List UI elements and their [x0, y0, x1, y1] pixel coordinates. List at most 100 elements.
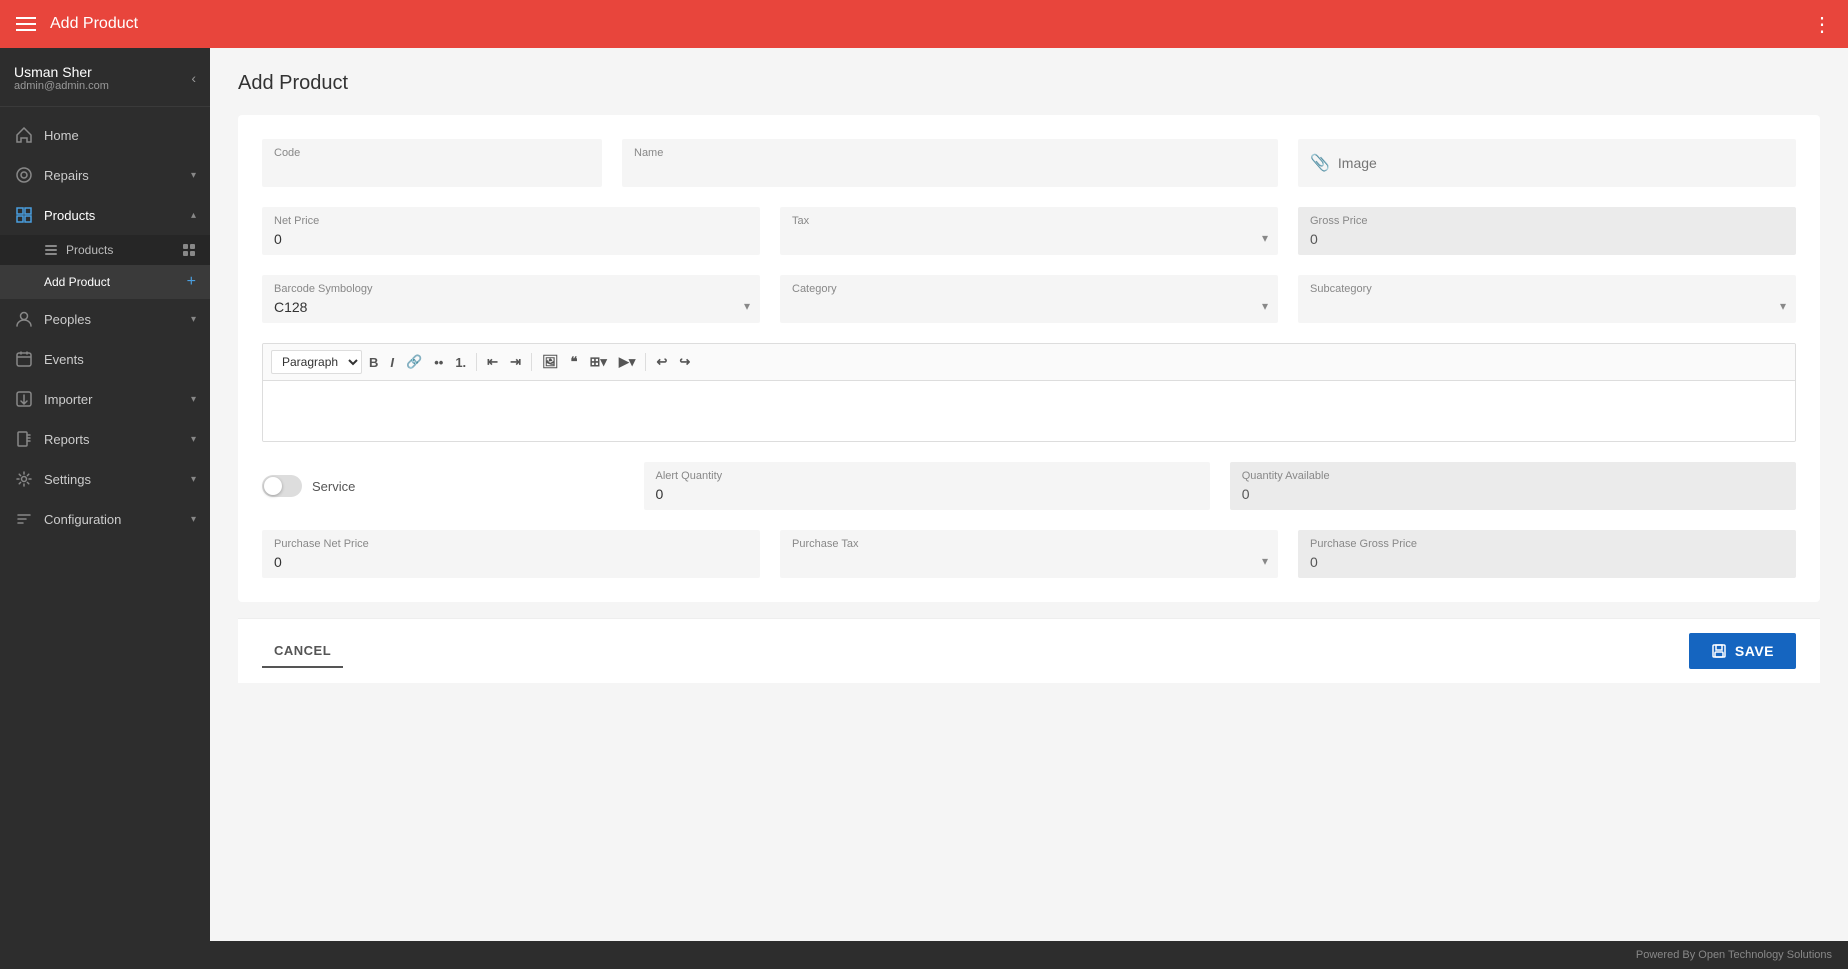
alert-quantity-field: Alert Quantity 0 — [644, 462, 1210, 510]
tax-label: Tax — [792, 215, 1266, 227]
purchase-tax-label: Purchase Tax — [792, 538, 1266, 550]
importer-icon — [14, 389, 34, 409]
sidebar-item-repairs[interactable]: Repairs ▾ — [0, 155, 210, 195]
sidebar-item-configuration-label: Configuration — [44, 512, 181, 527]
save-button[interactable]: SAVE — [1689, 633, 1796, 669]
hamburger-icon[interactable] — [16, 17, 36, 31]
footer: Powered By Open Technology Solutions — [210, 941, 1848, 969]
name-input[interactable] — [634, 163, 1266, 179]
sidebar-item-home-label: Home — [44, 128, 196, 143]
toolbar-sep-1 — [476, 353, 477, 371]
name-field: Name — [622, 139, 1278, 187]
image-input[interactable] — [1338, 155, 1784, 171]
undo-button[interactable]: ↩ — [651, 351, 672, 373]
name-label: Name — [634, 147, 1266, 159]
barcode-select[interactable]: C128 C39 EAN13 — [274, 299, 748, 315]
paperclip-icon: 📎 — [1310, 153, 1330, 173]
paragraph-style-select[interactable]: Paragraph Heading 1 Heading 2 Heading 3 — [271, 350, 362, 374]
gross-price-input[interactable]: 0 — [1310, 231, 1784, 247]
peoples-icon — [14, 309, 34, 329]
sidebar-item-home[interactable]: Home — [0, 115, 210, 155]
purchase-tax-select[interactable] — [792, 554, 1266, 570]
sidebar-item-settings[interactable]: Settings ▾ — [0, 459, 210, 499]
outdent-button[interactable]: ⇤ — [482, 351, 503, 373]
sidebar: Usman Sher admin@admin.com ‹ Home Repair… — [0, 48, 210, 969]
image-insert-button[interactable]: 🖼 — [537, 351, 564, 373]
alert-quantity-input[interactable]: 0 — [656, 486, 1198, 502]
main-layout: Usman Sher admin@admin.com ‹ Home Repair… — [0, 48, 1848, 969]
purchase-net-price-input[interactable]: 0 — [274, 554, 748, 570]
link-button[interactable]: 🔗 — [401, 351, 427, 373]
italic-button[interactable]: I — [385, 352, 399, 373]
service-toggle[interactable] — [262, 475, 302, 497]
net-price-field: Net Price 0 — [262, 207, 760, 255]
sidebar-item-importer[interactable]: Importer ▾ — [0, 379, 210, 419]
more-options-icon[interactable]: ⋮ — [1812, 12, 1832, 37]
save-label: SAVE — [1735, 643, 1774, 659]
toolbar-sep-2 — [531, 353, 532, 371]
purchase-gross-price-input[interactable]: 0 — [1310, 554, 1784, 570]
sidebar-item-products-label: Products — [44, 208, 181, 223]
sidebar-item-reports[interactable]: Reports ▾ — [0, 419, 210, 459]
form-card: Code Name 📎 Net Price — [238, 115, 1820, 602]
subcategory-field: Subcategory ▾ — [1298, 275, 1796, 323]
content-area: Add Product Code Name 📎 — [210, 48, 1848, 969]
home-icon — [14, 125, 34, 145]
footer-text: Powered By Open Technology Solutions — [1636, 949, 1832, 961]
indent-button[interactable]: ⇥ — [505, 351, 526, 373]
tax-field: Tax ▾ — [780, 207, 1278, 255]
image-field[interactable]: 📎 — [1298, 139, 1796, 187]
media-button[interactable]: ▶▾ — [614, 351, 641, 373]
sidebar-item-events[interactable]: Events — [0, 339, 210, 379]
unordered-list-button[interactable]: •• — [429, 352, 448, 373]
sidebar-item-settings-label: Settings — [44, 472, 181, 487]
subcategory-select[interactable] — [1310, 299, 1784, 315]
net-price-label: Net Price — [274, 215, 748, 227]
sidebar-item-products[interactable]: Products ▴ — [0, 195, 210, 235]
rich-text-editor: Paragraph Heading 1 Heading 2 Heading 3 … — [262, 343, 1796, 442]
app-title: Add Product — [50, 15, 138, 33]
code-field: Code — [262, 139, 602, 187]
form-actions: CANCEL SAVE — [238, 618, 1820, 683]
barcode-label: Barcode Symbology — [274, 283, 748, 295]
sidebar-sub-add-product[interactable]: Add Product + — [0, 265, 210, 299]
gross-price-label: Gross Price — [1310, 215, 1784, 227]
user-info: Usman Sher admin@admin.com — [14, 64, 109, 92]
peoples-chevron-icon: ▾ — [191, 314, 196, 325]
sidebar-item-configuration[interactable]: Configuration ▾ — [0, 499, 210, 539]
category-field: Category ▾ — [780, 275, 1278, 323]
category-select[interactable] — [792, 299, 1266, 315]
purchase-net-price-field: Purchase Net Price 0 — [262, 530, 760, 578]
quantity-available-input[interactable]: 0 — [1242, 486, 1784, 502]
row-purchase: Purchase Net Price 0 Purchase Tax ▾ Purc… — [262, 530, 1796, 578]
cancel-button[interactable]: CANCEL — [262, 635, 343, 668]
editor-toolbar: Paragraph Heading 1 Heading 2 Heading 3 … — [263, 344, 1795, 381]
sidebar-item-repairs-label: Repairs — [44, 168, 181, 183]
alert-quantity-label: Alert Quantity — [656, 470, 1198, 482]
quantity-available-label: Quantity Available — [1242, 470, 1784, 482]
row-service-qty: Service Alert Quantity 0 Quantity Availa… — [262, 462, 1796, 510]
sidebar-item-peoples[interactable]: Peoples ▾ — [0, 299, 210, 339]
redo-button[interactable]: ↪ — [674, 351, 695, 373]
purchase-tax-field: Purchase Tax ▾ — [780, 530, 1278, 578]
ordered-list-button[interactable]: 1. — [450, 352, 471, 373]
editor-body[interactable] — [263, 381, 1795, 441]
importer-chevron-icon: ▾ — [191, 394, 196, 405]
tax-select[interactable] — [792, 231, 1266, 247]
row-barcode-cat-subcat: Barcode Symbology C128 C39 EAN13 ▾ Categ… — [262, 275, 1796, 323]
bold-button[interactable]: B — [364, 352, 383, 373]
reports-icon — [14, 429, 34, 449]
sidebar-collapse-button[interactable]: ‹ — [191, 70, 196, 86]
purchase-net-price-label: Purchase Net Price — [274, 538, 748, 550]
content-scroll: Add Product Code Name 📎 — [210, 48, 1848, 941]
code-input[interactable] — [274, 163, 590, 179]
table-button[interactable]: ⊞▾ — [584, 351, 611, 373]
sidebar-sub-products-list[interactable]: Products — [0, 235, 210, 265]
row-editor: Paragraph Heading 1 Heading 2 Heading 3 … — [262, 343, 1796, 442]
add-product-label: Add Product — [44, 275, 110, 289]
net-price-input[interactable]: 0 — [274, 231, 748, 247]
page-title: Add Product — [238, 72, 1820, 95]
table-icon — [182, 243, 196, 257]
quote-button[interactable]: ❝ — [565, 351, 582, 373]
sidebar-item-importer-label: Importer — [44, 392, 181, 407]
